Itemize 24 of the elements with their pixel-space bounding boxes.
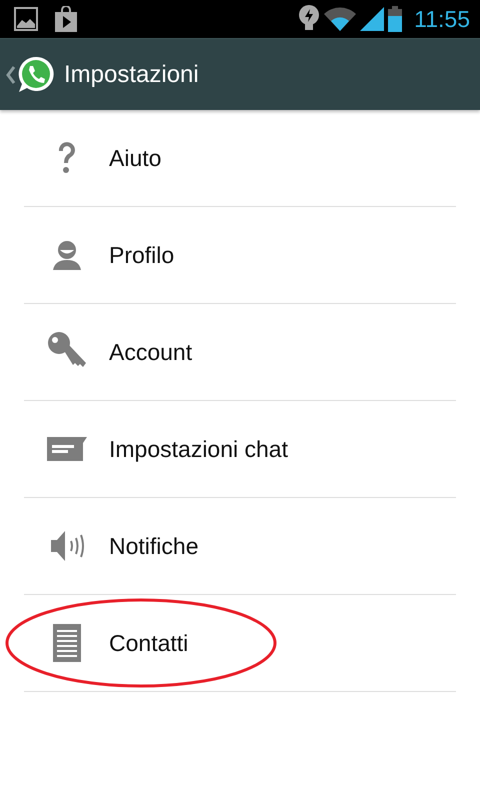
signal-icon <box>360 7 384 31</box>
screen-title: Impostazioni <box>64 60 199 90</box>
settings-item[interactable]: Contatti <box>24 595 456 692</box>
item-label: Account <box>109 338 192 367</box>
item-label: Aiuto <box>109 144 162 173</box>
settings-item[interactable]: Aiuto <box>24 110 456 207</box>
wifi-icon <box>324 7 356 31</box>
person-icon <box>52 240 82 270</box>
app-logo-icon[interactable] <box>16 54 56 94</box>
clock: 11:55 <box>414 4 470 34</box>
item-label: Notifiche <box>109 532 198 561</box>
settings-item[interactable]: Account <box>24 304 456 401</box>
settings-item[interactable]: Notifiche <box>24 498 456 595</box>
item-label: Profilo <box>109 240 174 270</box>
item-label: Impostazioni chat <box>109 434 288 464</box>
settings-item[interactable]: Impostazioni chat <box>24 401 456 498</box>
settings-item[interactable]: Profilo <box>24 207 456 304</box>
shopping-bag-icon <box>54 6 78 32</box>
message-icon <box>46 437 86 461</box>
back-icon[interactable] <box>4 64 16 84</box>
document-icon <box>52 624 80 662</box>
battery-icon <box>388 6 402 32</box>
gallery-icon <box>14 7 38 31</box>
item-label: Contatti <box>109 628 188 658</box>
